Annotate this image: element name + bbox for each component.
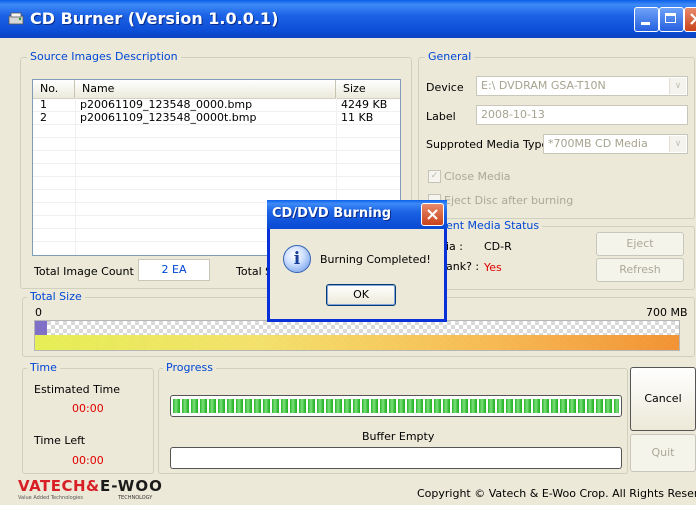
blank-label: ank? : <box>446 260 480 273</box>
grid-line <box>33 124 400 125</box>
estimated-time-label: Estimated Time <box>34 383 120 396</box>
device-value: E:\ DVDRAM GSA-T10N <box>481 79 606 92</box>
close-button[interactable] <box>684 7 696 32</box>
time-left-label: Time Left <box>34 434 86 447</box>
table-row[interactable]: 1 p20061109_123548_0000.bmp 4249 KB <box>33 99 400 111</box>
total-size-min: 0 <box>35 306 42 319</box>
grid-line <box>33 163 400 164</box>
svg-text:TECHNOLOGY: TECHNOLOGY <box>117 495 153 501</box>
column-header-no[interactable]: No. <box>33 80 75 98</box>
media-type-label: Supproted Media Type <box>426 138 549 151</box>
buffer-bar <box>170 447 622 469</box>
eject-disc-label: Eject Disc after burning <box>444 194 574 207</box>
svg-text:VATECH: VATECH <box>18 477 86 495</box>
ok-button[interactable]: OK <box>326 284 396 306</box>
svg-text:&: & <box>86 477 99 495</box>
size-used-fill <box>35 321 47 335</box>
row-size: 11 KB <box>341 111 374 124</box>
estimated-time-value: 00:00 <box>72 402 104 415</box>
window-title: CD Burner (Version 1.0.0.1) <box>30 9 279 28</box>
media-label: ia : <box>446 240 463 253</box>
burning-complete-dialog: CD/DVD Burning i Burning Completed! OK <box>267 200 447 322</box>
device-label: Device <box>426 81 464 94</box>
row-name: p20061109_123548_0000t.bmp <box>80 111 257 124</box>
time-left-value: 00:00 <box>72 454 104 467</box>
buffer-label: Buffer Empty <box>362 430 435 443</box>
maximize-icon <box>665 13 676 23</box>
eject-button[interactable]: Eject <box>596 232 684 256</box>
label-label: Label <box>426 110 456 123</box>
minimize-icon <box>641 22 650 25</box>
media-type-select[interactable]: *700MB CD Media ∨ <box>543 134 688 154</box>
dialog-message: Burning Completed! <box>320 253 431 266</box>
chevron-down-icon: ∨ <box>669 78 686 94</box>
row-name: p20061109_123548_0000.bmp <box>80 98 253 111</box>
dialog-title-bar[interactable]: CD/DVD Burning <box>267 200 447 229</box>
size-gradient <box>35 335 679 350</box>
refresh-button[interactable]: Refresh <box>596 258 684 282</box>
column-header-name[interactable]: Name <box>75 80 336 98</box>
total-size-max: 700 MB <box>646 306 688 319</box>
column-header-size[interactable]: Size <box>336 80 400 98</box>
cancel-button[interactable]: Cancel <box>630 367 696 431</box>
close-icon <box>690 13 696 25</box>
source-images-legend: Source Images Description <box>27 50 181 63</box>
time-legend: Time <box>27 361 60 374</box>
svg-text:Value Added Technologies: Value Added Technologies <box>18 495 83 501</box>
dialog-title: CD/DVD Burning <box>272 206 392 221</box>
grid-line <box>33 150 400 151</box>
info-icon: i <box>283 245 311 273</box>
label-input[interactable]: 2008-10-13 <box>476 105 688 125</box>
media-type-value: *700MB CD Media <box>548 137 648 150</box>
minimize-button[interactable] <box>634 7 659 32</box>
cd-burner-app-icon <box>8 12 24 25</box>
maximize-button[interactable] <box>659 7 684 32</box>
close-icon <box>427 209 438 220</box>
svg-text:E-WOO: E-WOO <box>100 477 163 495</box>
grid-line <box>33 137 400 138</box>
quit-button[interactable]: Quit <box>630 434 696 472</box>
logo-image: VATECH & E-WOO Value Added Technologies … <box>18 477 163 501</box>
burn-progress-bar <box>170 395 622 417</box>
title-bar[interactable]: CD Burner (Version 1.0.0.1) <box>0 0 696 38</box>
row-no: 2 <box>40 111 47 124</box>
total-image-count-label: Total Image Count : <box>34 265 142 278</box>
cd-burner-window: CD Burner (Version 1.0.0.1) Source Image… <box>0 0 696 505</box>
vatech-ewoo-logo: VATECH & E-WOO Value Added Technologies … <box>18 477 198 504</box>
device-select[interactable]: E:\ DVDRAM GSA-T10N ∨ <box>476 76 688 96</box>
row-no: 1 <box>40 98 47 111</box>
total-image-count-value: 2 EA <box>138 259 210 281</box>
dialog-close-button[interactable] <box>421 203 444 226</box>
grid-line <box>33 176 400 177</box>
checkmark-icon: ✓ <box>430 171 439 181</box>
media-value: CD-R <box>484 240 512 253</box>
close-media-checkbox[interactable]: ✓ <box>428 170 441 183</box>
blank-value: Yes <box>484 261 502 274</box>
progress-legend: Progress <box>163 361 216 374</box>
total-size-legend: Total Size <box>27 290 85 303</box>
list-header: No. Name Size <box>33 80 400 99</box>
burn-progress-fill <box>173 399 619 413</box>
table-row[interactable]: 2 p20061109_123548_0000t.bmp 11 KB <box>33 112 400 124</box>
copyright-text: Copyright © Vatech & E-Woo Crop. All Rig… <box>417 487 696 500</box>
media-status-legend: ent Media Status <box>443 219 543 232</box>
grid-line <box>33 189 400 190</box>
total-size-bar <box>34 320 680 351</box>
row-size: 4249 KB <box>341 98 388 111</box>
close-media-label: Close Media <box>444 170 511 183</box>
chevron-down-icon: ∨ <box>669 136 686 152</box>
general-legend: General <box>425 50 475 63</box>
